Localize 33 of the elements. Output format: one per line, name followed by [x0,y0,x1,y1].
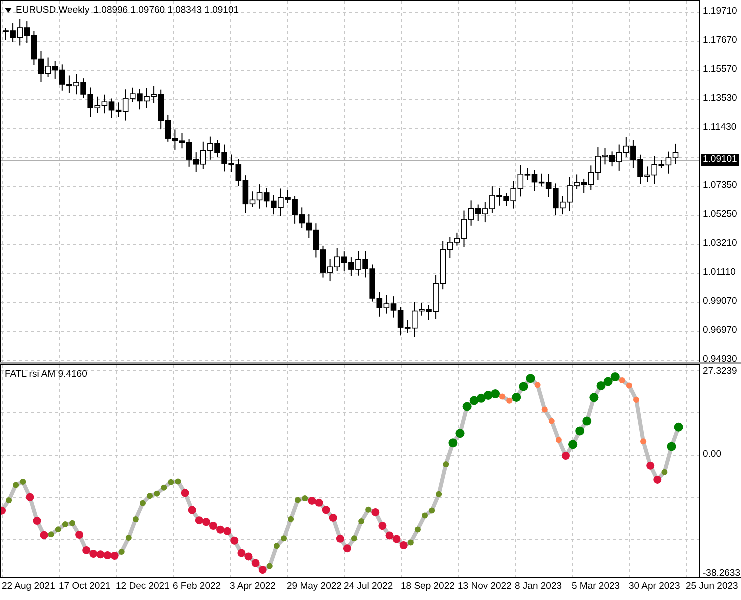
price-axis-label: 1.17670 [703,35,738,47]
price-axis-label: 1.05250 [703,209,738,221]
time-axis-label: 13 Nov 2022 [457,580,513,594]
time-axis-label: 5 Mar 2023 [571,580,622,594]
time-axis-label: 17 Oct 2021 [58,580,112,594]
indicator-axis-label: -38.2633 [703,568,741,580]
time-axis-label: 12 Dec 2021 [115,580,171,594]
symbol-label: EURUSD.Weekly [16,5,90,16]
current-price-tag: 1.09101 [701,154,740,166]
price-axis-label: 0.96970 [703,325,738,337]
price-axis-label: 1.15570 [703,64,738,76]
ohlc-values: 1.08996 1.09760 1.08343 1.09101 [94,5,240,16]
indicator-title: FATL rsi AM 9.4160 [5,369,88,380]
time-axis-label: 30 Apr 2023 [628,580,682,594]
indicator-axis-label: 27.3239 [703,366,738,378]
price-axis-label: 1.11430 [703,122,738,134]
time-axis-label: 24 Jul 2022 [343,580,394,594]
dropdown-triangle-icon[interactable] [5,8,12,13]
time-axis-label: 6 Feb 2022 [172,580,222,594]
price-axis-label: 1.03210 [703,238,738,250]
indicator-axis-label: 0.00 [703,449,722,461]
time-axis-label: 29 May 2022 [286,580,342,594]
price-axis-label: 1.19710 [703,6,738,18]
time-axis-label: 22 Aug 2021 [1,580,56,594]
price-axis-label: 1.07350 [703,180,738,192]
time-axis-label: 3 Apr 2022 [229,580,277,594]
price-axis-label: 0.94930 [703,354,738,366]
price-axis-label: 1.13530 [703,93,738,105]
time-axis-label: 25 Jun 2023 [685,580,740,594]
time-axis-label: 18 Sep 2022 [400,580,456,594]
price-axis-label: 0.99070 [703,296,738,308]
time-axis-label: 8 Jan 2023 [514,580,564,594]
price-axis-label: 1.01110 [703,267,737,279]
